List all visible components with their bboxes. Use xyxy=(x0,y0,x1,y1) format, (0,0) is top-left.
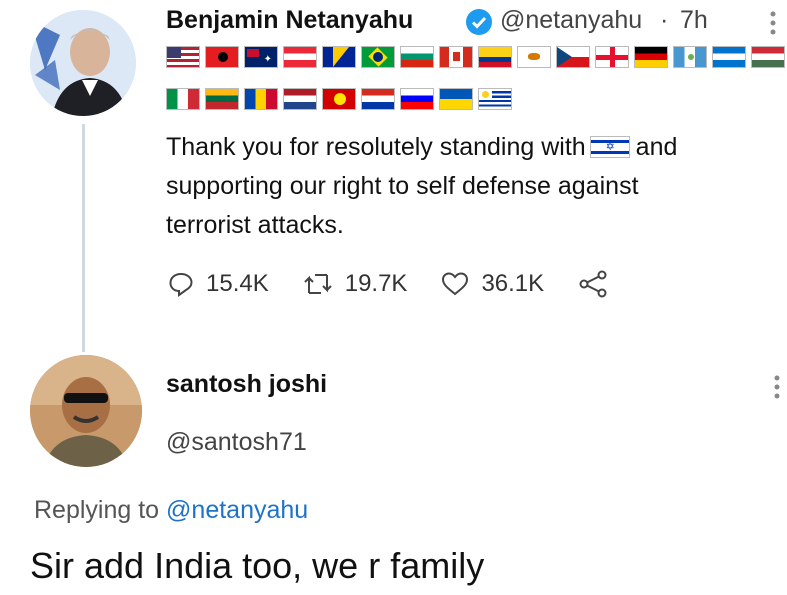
more-options-icon[interactable] xyxy=(772,374,782,400)
reply-author-handle[interactable]: @santosh71 xyxy=(166,428,307,457)
uruguay-flag-icon xyxy=(478,88,512,110)
italy-flag-icon xyxy=(166,88,200,110)
heart-icon xyxy=(442,272,469,296)
tweet-text-line-1: Thank you for resolutely standing with ✡ a… xyxy=(166,128,786,167)
georgia-flag-icon xyxy=(595,46,629,68)
netherlands-flag-icon xyxy=(283,88,317,110)
tweet-text-part: Thank you for resolutely standing with xyxy=(166,133,586,161)
author-name[interactable]: Benjamin Netanyahu xyxy=(166,6,413,35)
tweet-text-line-2: supporting our right to self defense aga… xyxy=(166,172,639,200)
retweet-count: 19.7K xyxy=(344,270,408,297)
colombia-flag-icon xyxy=(478,46,512,68)
replying-to-label: Replying to xyxy=(34,496,160,524)
like-count: 36.1K xyxy=(481,270,545,297)
avatar-photo xyxy=(30,355,142,467)
replying-to-line: Replying to @netanyahu xyxy=(34,496,308,525)
brazil-flag-icon xyxy=(361,46,395,68)
cyprus-flag-icon xyxy=(517,46,551,68)
retweet-icon xyxy=(304,274,332,294)
guatemala-flag-icon xyxy=(673,46,707,68)
tweet-time[interactable]: 7h xyxy=(680,6,708,35)
avatar-photo xyxy=(30,10,136,116)
retweet-button[interactable]: 19.7K xyxy=(303,270,408,298)
reply-count: 15.4K xyxy=(206,270,269,297)
tweet-text-line-3: terrorist attacks. xyxy=(166,211,344,239)
australia-flag-icon: ✦ xyxy=(244,46,278,68)
reply-button[interactable]: 15.4K xyxy=(168,270,269,298)
north-macedonia-flag-icon xyxy=(322,88,356,110)
flag-emoji-row-2 xyxy=(166,88,512,110)
flag-emoji-row-1: ✦ xyxy=(166,46,785,68)
lithuania-flag-icon xyxy=(205,88,239,110)
share-icon xyxy=(579,270,607,298)
canada-flag-icon xyxy=(439,46,473,68)
tweet-actions-bar: 15.4K 19.7K 36.1K xyxy=(168,270,654,298)
reply-icon xyxy=(169,272,193,297)
replying-to-handle-link[interactable]: @netanyahu xyxy=(166,496,308,524)
more-options-icon[interactable] xyxy=(768,10,778,36)
ukraine-flag-icon xyxy=(439,88,473,110)
bulgaria-flag-icon xyxy=(400,46,434,68)
albania-flag-icon xyxy=(205,46,239,68)
reply-author-name[interactable]: santosh joshi xyxy=(166,370,327,399)
author-avatar[interactable] xyxy=(30,10,136,116)
author-handle[interactable]: @netanyahu xyxy=(500,6,642,35)
bosnia-flag-icon xyxy=(322,46,356,68)
united-states-flag-icon xyxy=(166,46,200,68)
reply-text: Sir add India too, we r family xyxy=(30,545,485,586)
reply-author-avatar[interactable] xyxy=(30,355,142,467)
thread-connector-line xyxy=(82,124,85,352)
share-button[interactable] xyxy=(578,270,620,298)
separator-dot: · xyxy=(660,6,669,34)
czech-republic-flag-icon xyxy=(556,46,590,68)
germany-flag-icon xyxy=(634,46,668,68)
hungary-flag-icon xyxy=(751,46,785,68)
tweet-text-part: and xyxy=(635,133,678,161)
tweet-text: Thank you for resolutely standing with ✡ a… xyxy=(166,128,786,245)
moldova-flag-icon xyxy=(244,88,278,110)
honduras-flag-icon xyxy=(712,46,746,68)
like-button[interactable]: 36.1K xyxy=(441,270,544,298)
paraguay-flag-icon xyxy=(361,88,395,110)
austria-flag-icon xyxy=(283,46,317,68)
verified-badge-icon xyxy=(466,9,492,35)
israel-flag-icon: ✡ xyxy=(589,136,630,158)
slovenia-flag-icon xyxy=(400,88,434,110)
